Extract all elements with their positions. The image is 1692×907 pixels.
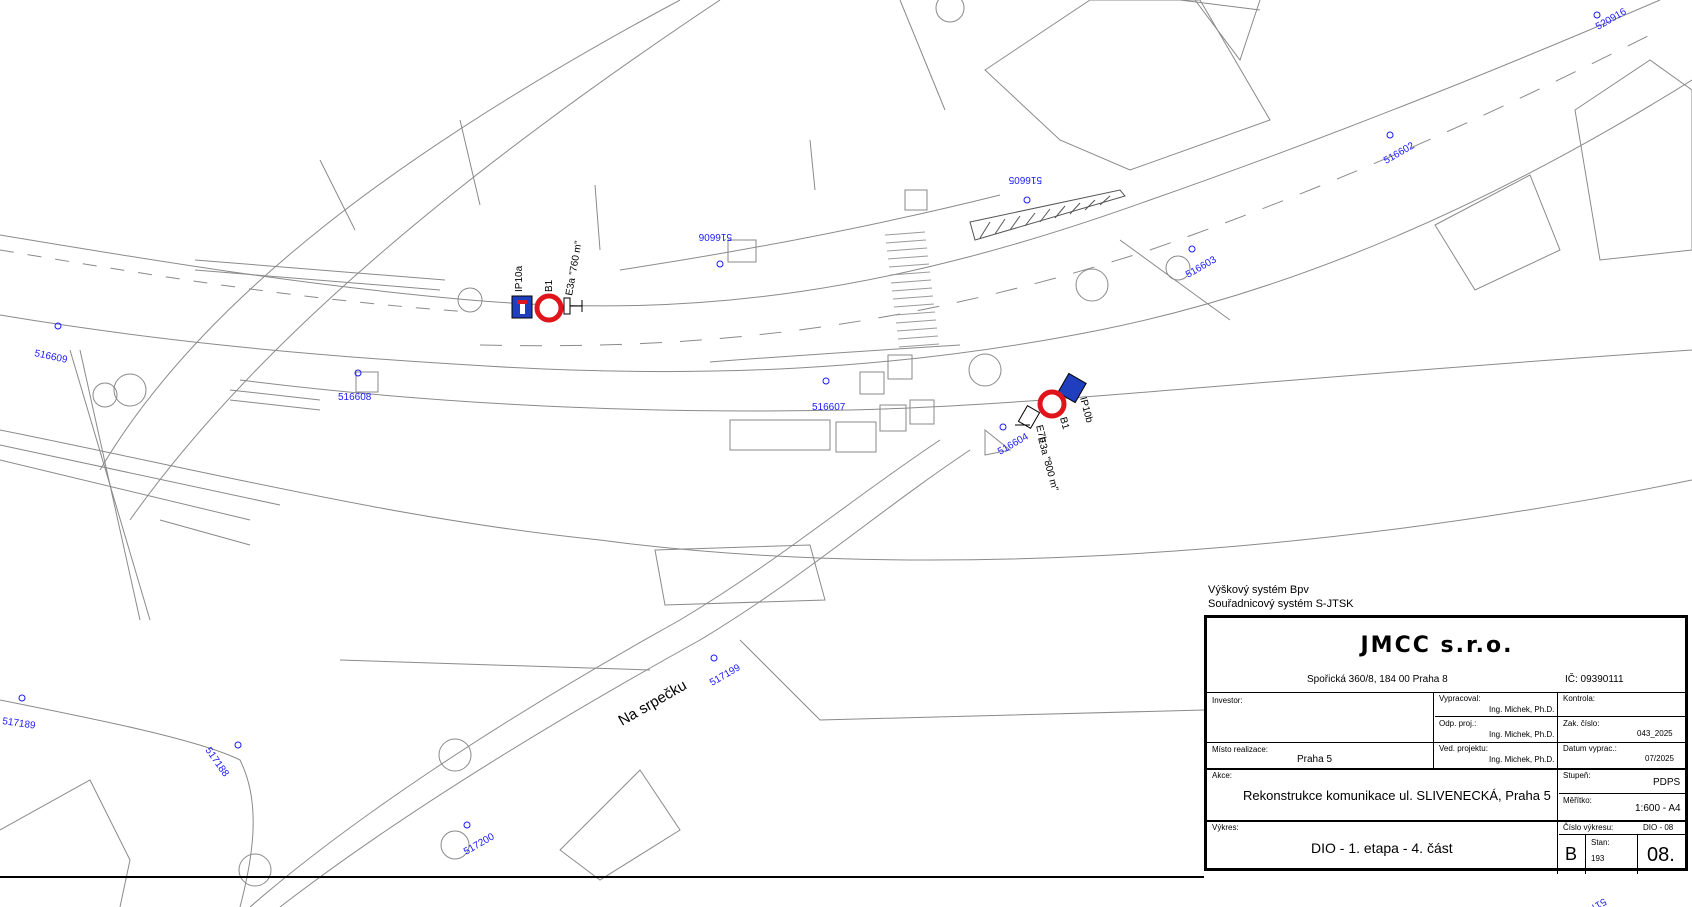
sheet-letter: B	[1565, 844, 1578, 864]
scale-label: Měřítko:	[1563, 796, 1592, 805]
stage-label: Stupeň:	[1563, 771, 1591, 780]
point-label: 516606	[698, 231, 732, 242]
prepared-label: Vypracoval:	[1439, 694, 1481, 703]
drawing-no-value: DIO - 08	[1643, 823, 1674, 832]
drawing-label: Výkres:	[1212, 823, 1239, 832]
sign-label-b1-left: B1	[544, 279, 555, 292]
point-label: 516602	[1382, 140, 1417, 166]
point-label: 516604	[996, 431, 1031, 457]
point-label: 516609	[33, 348, 68, 366]
drawing-value: DIO - 1. etapa - 4. část	[1311, 840, 1453, 856]
point-label: 517189	[2, 716, 37, 732]
location-value: Praha 5	[1297, 754, 1333, 765]
point-label: 520916	[1594, 6, 1629, 32]
action-label: Akce:	[1212, 771, 1233, 780]
height-system-note: Výškový systém Bpv	[1208, 584, 1309, 596]
title-block: JMCC s.r.o. Spořická 360/8, 184 00 Praha…	[1204, 615, 1688, 874]
sign-label-e3a-left: E3a "760 m"	[564, 240, 585, 297]
date-label: Datum vyprac.:	[1563, 744, 1617, 753]
point-label: 516603	[1184, 254, 1219, 280]
location-label: Místo realizace:	[1212, 745, 1269, 754]
responsible-label: Odp. proj.:	[1439, 719, 1477, 728]
company-ic: IČ: 09390111	[1565, 674, 1624, 685]
company-name: JMCC s.r.o.	[1360, 633, 1514, 658]
date-value: 07/2025	[1645, 754, 1674, 763]
responsible-value: Ing. Michek, Ph.D.	[1489, 730, 1555, 739]
lead-label: Ved. projektu:	[1439, 744, 1488, 753]
coordinate-system-note: Souřadnicový systém S-JTSK	[1208, 598, 1354, 610]
sign-label-e3a-right: E3a "800 m"	[1035, 436, 1060, 493]
order-label: Zak. číslo:	[1563, 719, 1600, 728]
prepared-value: Ing. Michek, Ph.D.	[1489, 705, 1555, 714]
point-label: 517200	[462, 831, 497, 857]
b1-sign-icon	[1037, 389, 1067, 419]
point-label: 517142	[1573, 895, 1608, 907]
station-label: Stan:	[1591, 838, 1610, 847]
check-label: Kontrola:	[1563, 694, 1596, 703]
b1-sign-icon	[534, 293, 564, 323]
order-value: 043_2025	[1637, 729, 1673, 738]
lead-value: Ing. Michek, Ph.D.	[1489, 755, 1555, 764]
action-value: Rekonstrukce komunikace ul. SLIVENECKÁ, …	[1243, 788, 1551, 803]
station-value: 193	[1591, 854, 1605, 863]
investor-label: Investor:	[1212, 696, 1243, 705]
company-address: Spořická 360/8, 184 00 Praha 8	[1307, 674, 1448, 685]
sign-group-left	[511, 293, 583, 323]
point-label: 516605	[1008, 174, 1042, 185]
point-label: 517199	[708, 662, 743, 688]
drawing-no-label: Číslo výkresu:	[1563, 823, 1614, 832]
stage-value: PDPS	[1653, 777, 1681, 788]
street-name: Na srpečku	[616, 677, 690, 730]
sign-label-ip10b: IP10b	[1077, 396, 1095, 425]
point-label: 516607	[812, 402, 846, 413]
sign-label-ip10a: IP10a	[514, 265, 525, 292]
sign-label-b1-right: B1	[1057, 416, 1071, 431]
point-label: 516608	[338, 392, 372, 403]
sheet-number: 08.	[1647, 844, 1675, 866]
scale-value: 1:600 - A4	[1635, 803, 1681, 814]
